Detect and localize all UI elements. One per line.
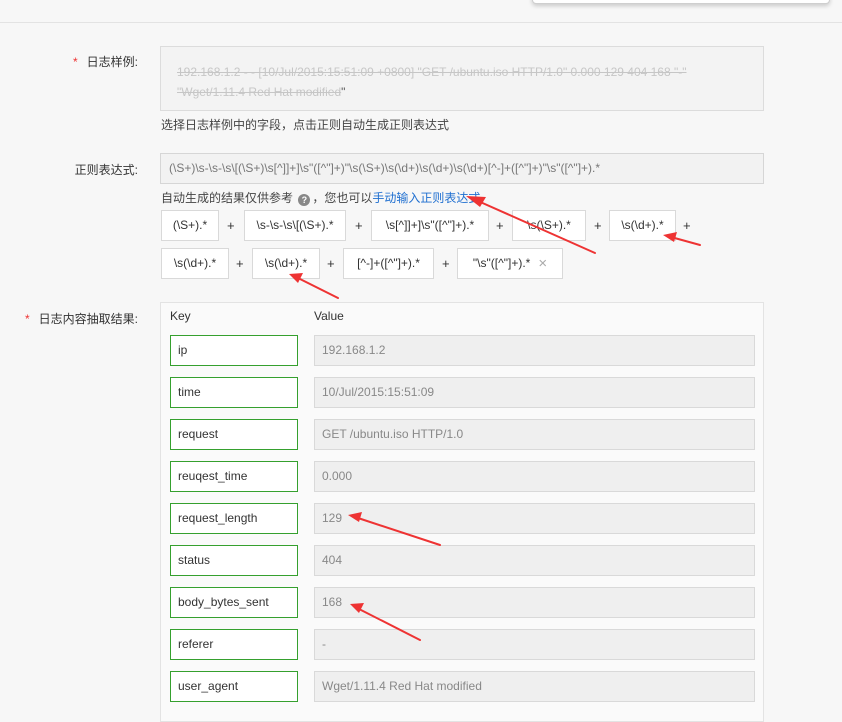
key-column-header: Key (170, 309, 191, 323)
remove-token-icon[interactable]: × (538, 255, 547, 272)
regex-label: 正则表达式: (74, 163, 138, 177)
plus-separator: + (327, 256, 335, 271)
log-sample-tail[interactable]: " (341, 85, 345, 99)
value-field: - (314, 629, 755, 660)
key-field[interactable]: request_length (170, 503, 298, 534)
regex-token[interactable]: \s-\s-\s\[(\S+).* (244, 210, 346, 241)
sample-label: * 日志样例: (72, 55, 138, 69)
key-field[interactable]: reuqest_time (170, 461, 298, 492)
required-mark: * (72, 55, 78, 69)
plus-separator: + (496, 218, 504, 233)
plus-separator: + (442, 256, 450, 271)
regex-hint: 自动生成的结果仅供参考 ? ，您也可以手动输入正则表达式 (161, 191, 481, 206)
regex-token[interactable]: \s(\d+).* (609, 210, 676, 241)
value-column-header: Value (314, 309, 344, 323)
key-field[interactable]: user_agent (170, 671, 298, 702)
sample-hint: 选择日志样例中的字段，点击正则自动生成正则表达式 (161, 118, 450, 132)
value-field: 10/Jul/2015:15:51:09 (314, 377, 755, 408)
manual-regex-link[interactable]: 手动输入正则表达式 (372, 191, 480, 205)
key-field[interactable]: status (170, 545, 298, 576)
regex-input[interactable]: (\S+)\s-\s-\s\[(\S+)\s[^]]+]\s"([^"]+)"\… (160, 153, 764, 184)
annotation-arrow (297, 277, 339, 299)
regex-token[interactable]: (\S+).* (161, 210, 219, 241)
plus-separator: + (227, 218, 235, 233)
regex-token[interactable]: \s[^]]+]\s"([^"]+).* (371, 210, 489, 241)
value-field: GET /ubuntu.iso HTTP/1.0 (314, 419, 755, 450)
value-field: 0.000 (314, 461, 755, 492)
key-field[interactable]: request (170, 419, 298, 450)
value-field: 129 (314, 503, 755, 534)
value-field: 404 (314, 545, 755, 576)
key-field[interactable]: time (170, 377, 298, 408)
key-field[interactable]: body_bytes_sent (170, 587, 298, 618)
required-mark: * (24, 312, 30, 326)
results-label: * 日志内容抽取结果: (24, 312, 138, 326)
dropdown-panel-edge (532, 0, 830, 4)
log-sample-box[interactable]: 192.168.1.2 - - [10/Jul/2015:15:51:09 +0… (160, 46, 764, 111)
plus-separator: + (355, 218, 363, 233)
plus-separator: + (236, 256, 244, 271)
value-field: Wget/1.11.4 Red Hat modified (314, 671, 755, 702)
key-field[interactable]: ip (170, 335, 298, 366)
value-field: 168 (314, 587, 755, 618)
regex-token[interactable]: \s(\S+).* (512, 210, 586, 241)
regex-token[interactable]: \s(\d+).* (252, 248, 320, 279)
regex-token-last[interactable]: "\s"([^"]+).* × (457, 248, 563, 279)
question-circle-icon[interactable]: ? (298, 194, 311, 206)
plus-separator: + (683, 218, 691, 233)
header-divider (0, 22, 842, 23)
log-sample-text[interactable]: 192.168.1.2 - - [10/Jul/2015:15:51:09 +0… (177, 65, 687, 99)
key-field[interactable]: referer (170, 629, 298, 660)
plus-separator: + (594, 218, 602, 233)
regex-token[interactable]: [^-]+([^"]+).* (343, 248, 434, 279)
value-field: 192.168.1.2 (314, 335, 755, 366)
regex-token[interactable]: \s(\d+).* (161, 248, 229, 279)
